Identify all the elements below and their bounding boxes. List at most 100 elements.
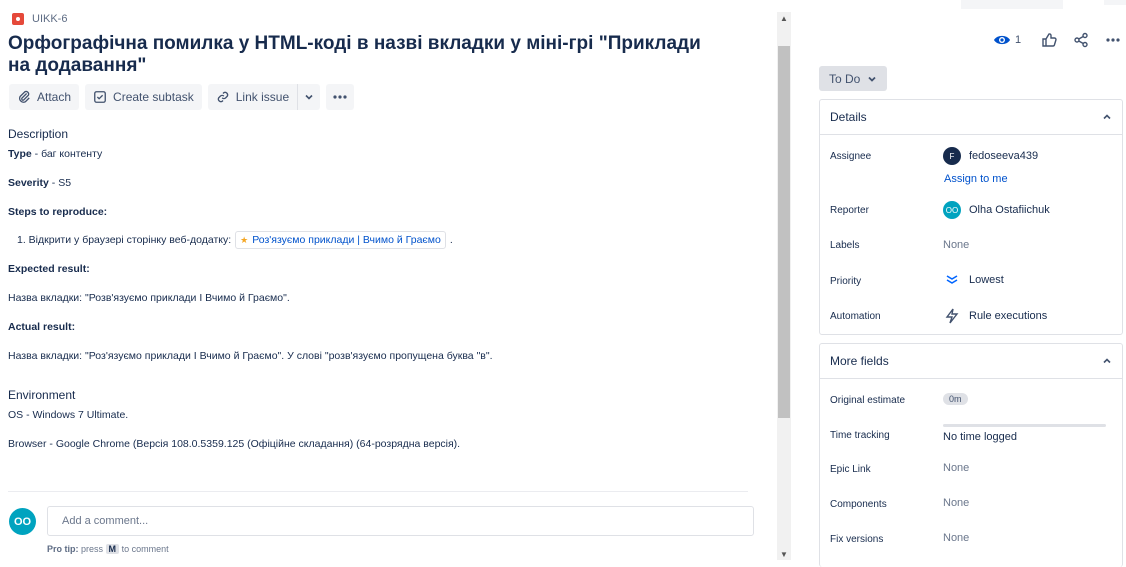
chevron-down-icon [868, 76, 876, 82]
create-subtask-label: Create subtask [113, 90, 194, 104]
severity-line: Severity - S5 [8, 177, 71, 189]
details-panel: Details Assignee F fedoseeva439 Assign t… [819, 99, 1123, 335]
step-text: 1. Відкрити у браузері сторінку веб-дода… [17, 234, 232, 246]
more-fields-heading: More fields [830, 354, 889, 368]
severity-value: - S5 [48, 177, 72, 189]
severity-label: Severity [8, 177, 49, 189]
status-dropdown[interactable]: To Do [819, 66, 888, 91]
pro-tip-label: Pro tip: [47, 544, 79, 554]
steps-label: Steps to reproduce: [8, 206, 108, 218]
more-actions-button[interactable] [1105, 37, 1121, 43]
chevron-down-icon [305, 94, 313, 100]
share-icon [1074, 32, 1088, 48]
components-field[interactable]: None [943, 497, 969, 509]
expected-text: Назва вкладки: "Розв'язуємо приклади I В… [8, 292, 290, 304]
avatar: OO [9, 508, 36, 535]
actual-label: Actual result: [8, 321, 76, 333]
issue-title[interactable]: Орфографічна помилка у HTML-коді в назві… [8, 33, 728, 77]
link-issue-button[interactable]: Link issue [207, 84, 298, 110]
status-label: To Do [829, 71, 861, 86]
time-tracking-field[interactable]: No time logged [943, 424, 1106, 443]
time-tracking-label: Time tracking [830, 430, 890, 441]
link-issue-label: Link issue [235, 90, 290, 104]
step-suffix: . [449, 234, 453, 246]
assignee-label: Assignee [830, 151, 872, 162]
reporter-field[interactable]: OO Olha Ostafiichuk [943, 201, 1050, 219]
comment-input[interactable]: Add a comment... [47, 506, 754, 536]
create-subtask-button[interactable]: Create subtask [85, 84, 202, 110]
scrollbar-thumb[interactable] [778, 46, 790, 418]
watch-button[interactable]: 1 [993, 33, 1021, 47]
original-estimate-label: Original estimate [830, 395, 906, 406]
actual-heading: Actual result: [8, 321, 75, 333]
type-value: - баг контенту [31, 148, 103, 160]
pro-tip-key: M [105, 544, 120, 554]
pro-tip-suffix: to comment [121, 544, 169, 554]
expected-label: Expected result: [8, 263, 90, 275]
left-scrollbar[interactable]: ▲ ▼ [777, 12, 791, 560]
description-heading: Description [8, 127, 69, 141]
reporter-label: Reporter [830, 205, 869, 216]
epic-link-field[interactable]: None [943, 462, 969, 474]
priority-value: Lowest [969, 274, 1004, 286]
assign-to-me-link[interactable]: Assign to me [944, 173, 1008, 185]
steps-heading: Steps to reproduce: [8, 206, 107, 218]
original-estimate-field[interactable]: 0m [943, 393, 968, 405]
type-label: Type [8, 148, 32, 160]
scroll-up-icon[interactable]: ▲ [780, 14, 788, 23]
more-fields-panel: More fields Original estimate 0m Time tr… [819, 343, 1123, 567]
original-estimate-value: 0m [943, 393, 968, 405]
automation-label: Automation [830, 311, 881, 322]
scroll-down-icon[interactable]: ▼ [780, 550, 788, 559]
time-tracking-bar [943, 424, 1106, 427]
lightning-icon [945, 308, 959, 324]
issue-key-breadcrumb[interactable]: UIKK-6 [12, 13, 67, 25]
favicon-icon: ★ [240, 234, 249, 245]
bug-icon [12, 13, 24, 25]
priority-lowest-icon [946, 275, 958, 284]
actual-text: Назва вкладки: "Роз'язуємо приклади I Вч… [8, 350, 493, 362]
link-issue-dropdown-button[interactable] [297, 84, 321, 110]
attach-button[interactable]: Attach [9, 84, 80, 110]
page-smart-link[interactable]: ★ Роз'язуємо приклади | Вчимо й Граємо [235, 231, 446, 249]
pro-tip-press: press [81, 544, 104, 554]
fix-versions-field[interactable]: None [943, 532, 969, 544]
components-label: Components [830, 499, 887, 510]
automation-field[interactable]: Rule executions [943, 308, 1047, 324]
details-heading: Details [830, 110, 867, 124]
attach-label: Attach [37, 90, 72, 104]
thumbs-up-icon [1042, 33, 1057, 47]
chevron-up-icon [1103, 358, 1111, 364]
details-panel-header[interactable]: Details [820, 100, 1122, 135]
watch-count: 1 [1015, 34, 1022, 46]
like-button[interactable] [1041, 32, 1057, 48]
more-actions-button[interactable] [326, 84, 355, 110]
avatar: F [943, 147, 961, 165]
labels-field[interactable]: None [943, 239, 969, 251]
automation-value: Rule executions [969, 310, 1048, 322]
priority-field[interactable]: Lowest [943, 274, 1004, 286]
share-button[interactable] [1073, 32, 1089, 48]
issue-toolbar: Attach Create subtask Link issue [9, 84, 355, 110]
subtask-icon [94, 91, 106, 103]
chevron-up-icon [1103, 114, 1111, 120]
paperclip-icon [19, 90, 30, 103]
link-issue-group: Link issue [207, 84, 321, 110]
reporter-name: Olha Ostafiichuk [969, 204, 1050, 216]
expected-heading: Expected result: [8, 263, 90, 275]
issue-key[interactable]: UIKK-6 [32, 13, 67, 25]
assignee-name: fedoseeva439 [969, 150, 1039, 162]
step-item: 1. Відкрити у браузері сторінку веб-дода… [17, 231, 453, 249]
more-horizontal-icon [333, 95, 347, 99]
browser-text: Browser - Google Chrome (Версія 108.0.53… [8, 438, 461, 450]
avatar: OO [943, 201, 961, 219]
environment-heading: Environment [8, 388, 76, 402]
type-line: Type - баг контенту [8, 148, 102, 160]
issue-actions: 1 [993, 32, 1121, 48]
top-bar-fragment [961, 0, 1063, 9]
assignee-field[interactable]: F fedoseeva439 [943, 147, 1038, 165]
fix-versions-label: Fix versions [830, 534, 884, 545]
smart-link-label: Роз'язуємо приклади | Вчимо й Граємо [252, 234, 441, 246]
more-fields-header[interactable]: More fields [820, 344, 1122, 379]
epic-link-label: Epic Link [830, 464, 871, 475]
